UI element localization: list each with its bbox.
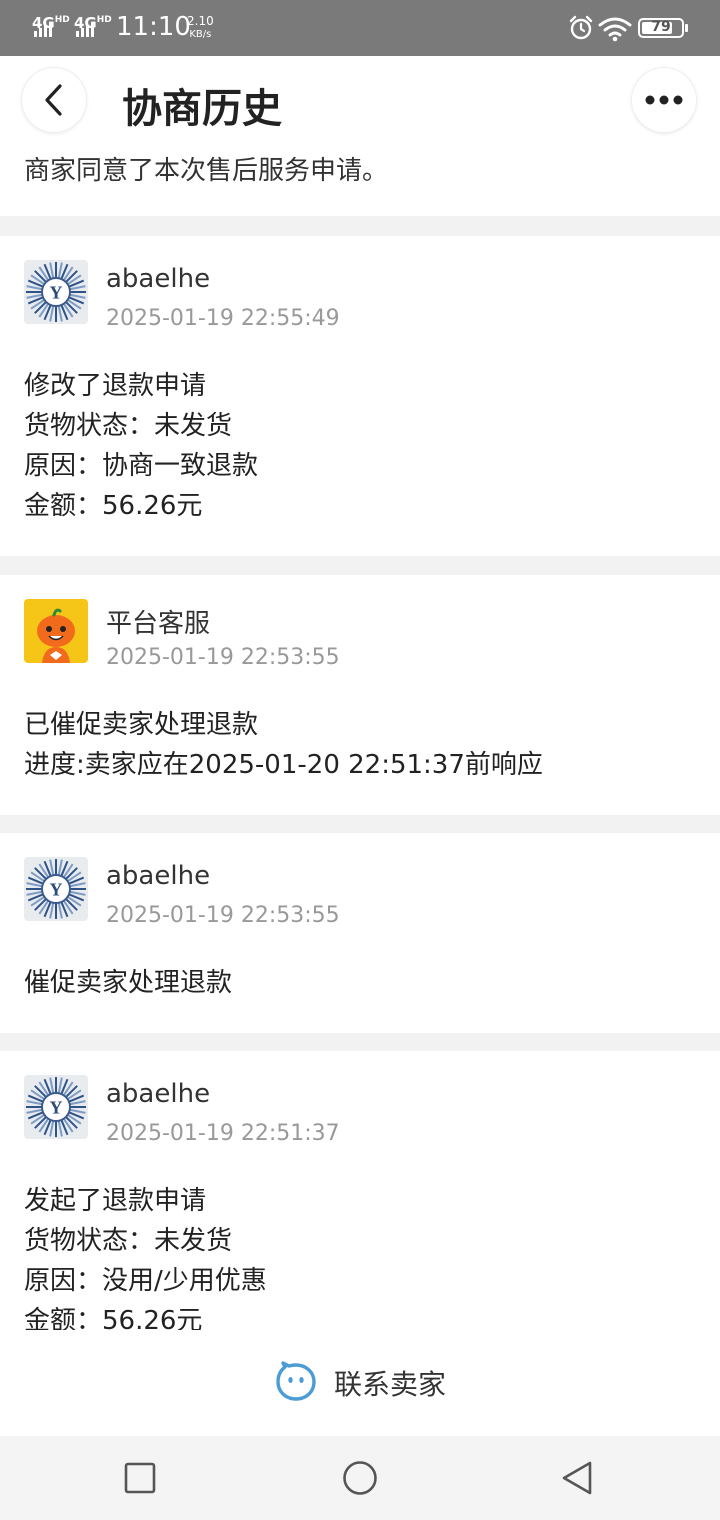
record-line: 货物状态：未发货 bbox=[24, 411, 233, 441]
wifi-icon bbox=[598, 17, 632, 42]
network-speed: 2.10 KB/s bbox=[187, 14, 214, 41]
battery-level: 79 bbox=[651, 19, 671, 35]
record-time: 2025-01-19 22:53:55 bbox=[106, 645, 340, 670]
history-record: Y abaelhe 2025-01-19 22:53:55 催促卖家处理退款 bbox=[0, 833, 720, 1033]
alarm-icon bbox=[569, 15, 593, 40]
page-header: 协商历史 商家同意了本次售后服务申请。 bbox=[0, 56, 720, 216]
record-author: abaelhe bbox=[106, 1079, 211, 1109]
svg-text:Y: Y bbox=[50, 283, 63, 303]
contact-seller-label: 联系卖家 bbox=[333, 1368, 446, 1401]
more-dots-icon bbox=[645, 95, 683, 105]
chat-bubble-icon bbox=[276, 1361, 316, 1401]
more-button[interactable] bbox=[632, 68, 696, 132]
avatar: Y bbox=[24, 260, 88, 324]
signal-icon bbox=[76, 22, 94, 37]
record-line: 已催促卖家处理退款 bbox=[24, 710, 259, 740]
record-line: 货物状态：未发货 bbox=[24, 1226, 233, 1256]
system-nav-bar bbox=[0, 1436, 720, 1520]
avatar: Y bbox=[24, 857, 88, 921]
chevron-left-icon bbox=[45, 84, 62, 116]
record-time: 2025-01-19 22:55:49 bbox=[106, 306, 340, 331]
svg-text:Y: Y bbox=[50, 880, 63, 900]
history-record: Y abaelhe 2025-01-19 22:55:49 修改了退款申请 货物… bbox=[0, 236, 720, 556]
record-line: 原因：协商一致退款 bbox=[24, 451, 259, 481]
clock: 11:10 bbox=[116, 12, 191, 42]
history-record: 平台客服 2025-01-19 22:53:55 已催促卖家处理退款 进度:卖家… bbox=[0, 575, 720, 815]
record-line: 金额：56.26元 bbox=[24, 1306, 203, 1330]
record-line: 金额：56.26元 bbox=[24, 491, 203, 521]
record-line: 修改了退款申请 bbox=[24, 371, 207, 401]
battery-icon: 79 bbox=[638, 18, 688, 38]
record-content: 发起了退款申请 货物状态：未发货 原因：没用/少用优惠 金额：56.26元 bbox=[24, 1181, 267, 1330]
record-content: 已催促卖家处理退款 进度:卖家应在2025-01-20 22:51:37前响应 bbox=[24, 705, 543, 785]
record-author: 平台客服 bbox=[106, 609, 211, 639]
negotiation-status-notice: 商家同意了本次售后服务申请。 bbox=[24, 156, 389, 186]
page-title: 协商历史 bbox=[122, 86, 282, 132]
contact-seller-button[interactable]: 联系卖家 bbox=[0, 1330, 720, 1436]
customer-service-avatar bbox=[24, 599, 88, 663]
triangle-back-icon[interactable] bbox=[558, 1458, 598, 1498]
svg-text:Y: Y bbox=[50, 1098, 63, 1118]
record-line: 原因：没用/少用优惠 bbox=[24, 1266, 267, 1296]
status-bar: 4GHD 4GHD 11:10 2.10 KB/s 79 bbox=[0, 0, 720, 56]
record-content: 修改了退款申请 货物状态：未发货 原因：协商一致退款 金额：56.26元 bbox=[24, 366, 258, 526]
record-author: abaelhe bbox=[106, 861, 211, 891]
square-icon[interactable] bbox=[120, 1458, 160, 1498]
record-author: abaelhe bbox=[106, 264, 211, 294]
record-line: 进度:卖家应在2025-01-20 22:51:37前响应 bbox=[24, 750, 543, 780]
record-content: 催促卖家处理退款 bbox=[24, 963, 232, 1003]
circle-icon[interactable] bbox=[340, 1458, 380, 1498]
history-record: Y abaelhe 2025-01-19 22:51:37 发起了退款申请 货物… bbox=[0, 1051, 720, 1330]
back-button[interactable] bbox=[22, 68, 86, 132]
record-time: 2025-01-19 22:53:55 bbox=[106, 903, 340, 928]
record-line: 催促卖家处理退款 bbox=[24, 968, 233, 998]
avatar: Y bbox=[24, 1075, 88, 1139]
record-time: 2025-01-19 22:51:37 bbox=[106, 1121, 340, 1146]
signal-icon bbox=[34, 22, 52, 37]
record-line: 发起了退款申请 bbox=[24, 1186, 207, 1216]
